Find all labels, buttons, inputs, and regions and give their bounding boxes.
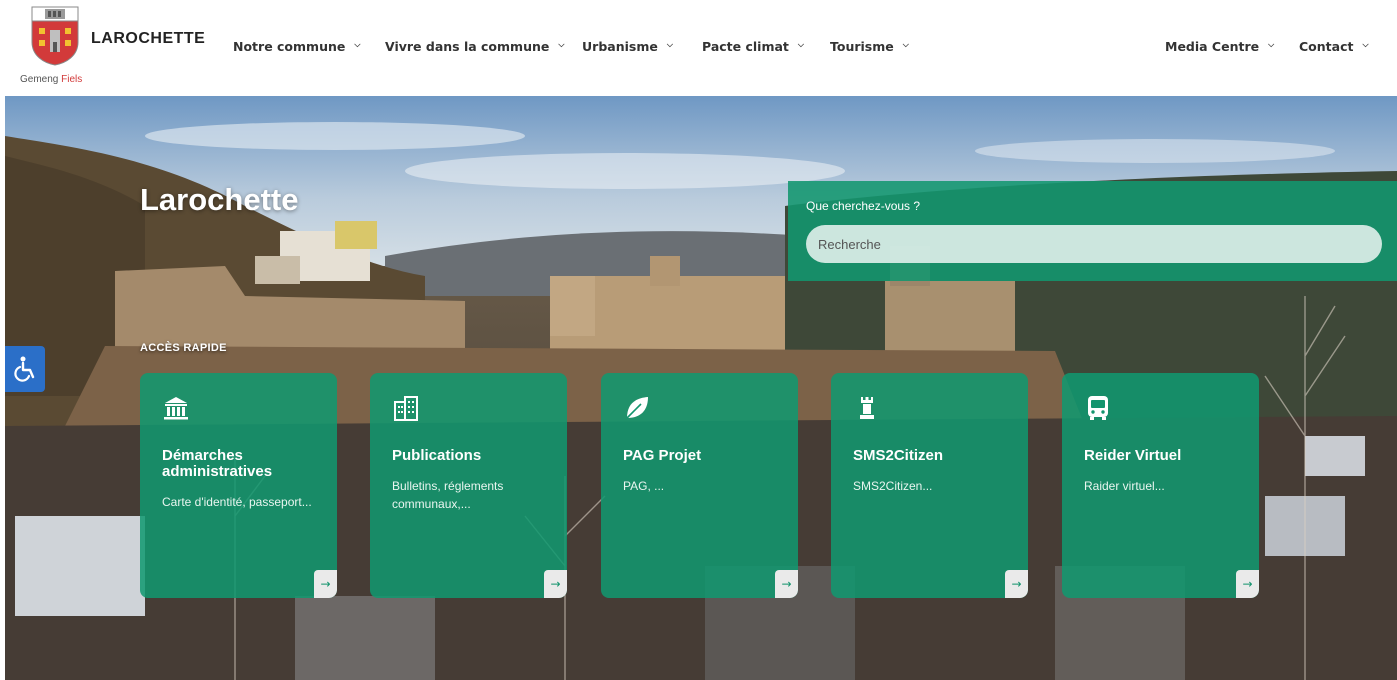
arrow-right-icon[interactable]: → bbox=[775, 570, 798, 598]
nav-contact[interactable]: Contact ⌵ bbox=[1299, 37, 1369, 55]
chevron-down-icon: ⌵ bbox=[1268, 40, 1275, 49]
chevron-down-icon: ⌵ bbox=[1362, 40, 1369, 49]
bank-icon bbox=[164, 397, 188, 420]
chess-rook-icon bbox=[860, 397, 874, 419]
site-subtitle-prefix: Gemeng bbox=[20, 74, 62, 85]
arrow-right-icon[interactable]: → bbox=[1236, 570, 1259, 598]
site-name[interactable]: LAROCHETTE bbox=[91, 30, 205, 48]
nav-label: Contact bbox=[1299, 38, 1354, 54]
site-subtitle-accent: Fiels bbox=[61, 74, 83, 85]
nav-urbanisme[interactable]: Urbanisme ⌵ bbox=[582, 37, 673, 55]
card-description: SMS2Citizen... bbox=[853, 479, 933, 493]
chevron-down-icon: ⌵ bbox=[797, 40, 804, 49]
quick-card-reider-virtuel[interactable]: Reider Virtuel Raider virtuel... → bbox=[1062, 373, 1259, 598]
accessibility-button[interactable] bbox=[5, 346, 45, 392]
card-title: SMS2Citizen bbox=[853, 447, 944, 464]
search-label: Que cherchez-vous ? bbox=[806, 199, 921, 213]
chevron-down-icon: ⌵ bbox=[354, 40, 361, 49]
nav-label: Urbanisme bbox=[582, 38, 658, 54]
nav-pacte-climat[interactable]: Pacte climat ⌵ bbox=[702, 37, 804, 55]
coat-of-arms-logo[interactable] bbox=[31, 6, 79, 66]
buildings-icon bbox=[394, 396, 418, 421]
card-title: PAG Projet bbox=[623, 447, 702, 464]
arrow-right-icon[interactable]: → bbox=[314, 570, 337, 598]
arrow-right-icon[interactable]: → bbox=[544, 570, 567, 598]
nav-label: Media Centre bbox=[1165, 38, 1260, 54]
site-subtitle: Gemeng Fiels bbox=[20, 74, 82, 85]
quick-card-demarches[interactable]: Démarches administratives Carte d'identi… bbox=[140, 373, 337, 598]
wheelchair-icon bbox=[14, 356, 35, 382]
nav-label: Tourisme bbox=[830, 38, 894, 54]
chevron-down-icon: ⌵ bbox=[666, 40, 673, 49]
hero-title: Larochette bbox=[140, 182, 299, 217]
quick-card-sms2citizen[interactable]: SMS2Citizen SMS2Citizen... → bbox=[831, 373, 1028, 598]
search-panel: Que cherchez-vous ? bbox=[788, 181, 1397, 281]
card-description: PAG, ... bbox=[623, 479, 665, 493]
card-description: Carte d'identité, passeport... bbox=[162, 495, 312, 509]
card-description: Raider virtuel... bbox=[1084, 479, 1165, 493]
nav-tourisme[interactable]: Tourisme ⌵ bbox=[830, 37, 909, 55]
nav-vivre-dans-la-commune[interactable]: Vivre dans la commune ⌵ bbox=[385, 37, 564, 55]
nav-notre-commune[interactable]: Notre commune ⌵ bbox=[233, 37, 360, 55]
card-title: Démarches administratives bbox=[162, 447, 273, 480]
bus-icon bbox=[1088, 396, 1108, 420]
nav-label: Pacte climat bbox=[702, 38, 789, 54]
quick-card-publications[interactable]: Publications Bulletins, réglements commu… bbox=[370, 373, 567, 598]
search-input[interactable] bbox=[806, 225, 1382, 263]
card-description: Bulletins, réglements communaux,... bbox=[392, 479, 504, 511]
nav-label: Notre commune bbox=[233, 38, 346, 54]
hero-banner: Larochette Que cherchez-vous ? ACCÈS RAP… bbox=[5, 96, 1397, 680]
chevron-down-icon: ⌵ bbox=[902, 40, 909, 49]
site-header: LAROCHETTE Gemeng Fiels Notre commune ⌵ V… bbox=[0, 0, 1397, 96]
arrow-right-icon[interactable]: → bbox=[1005, 570, 1028, 598]
chevron-down-icon: ⌵ bbox=[558, 40, 565, 49]
nav-label: Vivre dans la commune bbox=[385, 38, 550, 54]
nav-media-centre[interactable]: Media Centre ⌵ bbox=[1165, 37, 1274, 55]
quick-access-label: ACCÈS RAPIDE bbox=[140, 342, 227, 354]
card-title: Publications bbox=[392, 447, 482, 464]
quick-card-pag-projet[interactable]: PAG Projet PAG, ... → bbox=[601, 373, 798, 598]
leaf-icon bbox=[626, 397, 648, 419]
card-title: Reider Virtuel bbox=[1084, 447, 1182, 464]
